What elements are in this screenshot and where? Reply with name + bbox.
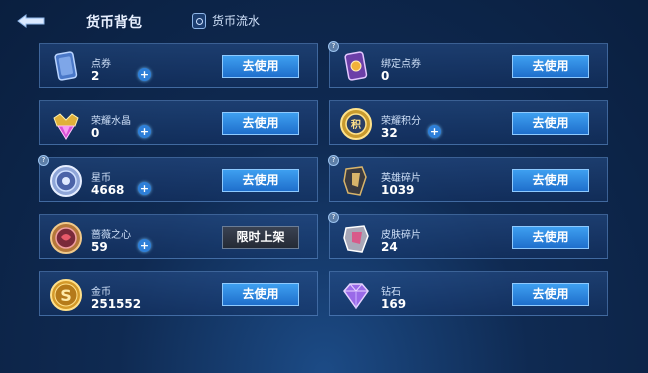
currency-amount: 32 xyxy=(381,126,398,140)
limited-listing-button[interactable]: 限时上架 xyxy=(222,226,299,249)
currency-name: 蔷薇之心 xyxy=(91,230,131,241)
currency-card-rose-heart: 蔷薇之心 59 + 限时上架 xyxy=(39,214,318,259)
svg-text:S: S xyxy=(60,286,72,305)
use-voucher-button[interactable]: 去使用 xyxy=(222,55,299,78)
currency-card-glory-points: 积 荣耀积分 32 + 去使用 xyxy=(329,100,608,145)
currency-name: 金币 xyxy=(91,287,111,298)
currency-name: 英雄碎片 xyxy=(381,173,421,184)
back-arrow-icon xyxy=(17,14,45,28)
diamond-icon xyxy=(343,283,369,310)
currency-name: 钻石 xyxy=(381,287,401,298)
hero-fragment-icon xyxy=(343,166,367,196)
use-glory-crystal-button[interactable]: 去使用 xyxy=(222,112,299,135)
currency-name: 绑定点券 xyxy=(381,59,421,70)
currency-card-bound-voucher: ? 绑定点券 0 去使用 xyxy=(328,41,608,88)
back-button[interactable] xyxy=(14,10,48,32)
use-star-coin-button[interactable]: 去使用 xyxy=(222,169,299,192)
ledger-icon xyxy=(192,12,206,29)
glory-points-icon: 积 xyxy=(340,108,372,140)
currency-amount: 59 xyxy=(91,240,108,254)
use-glory-points-button[interactable]: 去使用 xyxy=(512,112,589,135)
add-rose-heart-button[interactable]: + xyxy=(138,239,151,252)
add-voucher-button[interactable]: + xyxy=(138,68,151,81)
currency-card-diamond: 钻石 169 去使用 xyxy=(329,271,608,316)
currency-amount: 2 xyxy=(91,69,100,83)
currency-amount: 24 xyxy=(381,240,398,254)
currency-card-star-coin: ? 星币 4668 + 去使用 xyxy=(38,155,318,202)
currency-name: 星币 xyxy=(91,173,111,184)
glory-crystal-icon xyxy=(53,113,79,140)
currency-flow-label: 货币流水 xyxy=(212,14,261,28)
voucher-icon xyxy=(54,51,78,81)
currency-name: 荣耀积分 xyxy=(381,116,421,127)
currency-amount: 4668 xyxy=(91,183,125,197)
use-bound-voucher-button[interactable]: 去使用 xyxy=(512,55,589,78)
add-star-coin-button[interactable]: + xyxy=(138,182,151,195)
currency-amount: 251552 xyxy=(91,297,142,311)
use-hero-fragment-button[interactable]: 去使用 xyxy=(512,169,589,192)
use-diamond-button[interactable]: 去使用 xyxy=(512,283,589,306)
bound-voucher-icon xyxy=(344,51,368,81)
currency-amount: 169 xyxy=(381,297,407,311)
add-glory-points-button[interactable]: + xyxy=(428,125,441,138)
use-gold-coin-button[interactable]: 去使用 xyxy=(222,283,299,306)
currency-flow-link[interactable]: 货币流水 xyxy=(192,12,260,29)
rose-heart-icon xyxy=(50,222,82,254)
top-bar: 货币背包 货币流水 xyxy=(0,0,648,40)
gold-coin-icon: S xyxy=(50,279,82,311)
currency-card-gold-coin: S 金币 251552 去使用 xyxy=(39,271,318,316)
currency-amount: 1039 xyxy=(381,183,415,197)
use-skin-fragment-button[interactable]: 去使用 xyxy=(512,226,589,249)
star-coin-icon xyxy=(50,165,82,197)
page-title: 货币背包 xyxy=(86,15,142,31)
currency-name: 皮肤碎片 xyxy=(381,230,421,241)
skin-fragment-icon xyxy=(343,225,369,253)
currency-amount: 0 xyxy=(91,126,100,140)
currency-name: 荣耀水晶 xyxy=(91,116,131,127)
currency-card-hero-fragment: ? 英雄碎片 1039 去使用 xyxy=(328,155,608,202)
currency-name: 点券 xyxy=(91,59,111,70)
add-glory-crystal-button[interactable]: + xyxy=(138,125,151,138)
svg-text:积: 积 xyxy=(351,118,361,131)
currency-grid: 点券 2 + 去使用 ? 绑定点券 0 去使用 荣耀水晶 0 + 去使用 积 荣… xyxy=(38,41,609,316)
currency-card-glory-crystal: 荣耀水晶 0 + 去使用 xyxy=(39,100,318,145)
currency-card-voucher: 点券 2 + 去使用 xyxy=(39,43,318,88)
currency-card-skin-fragment: ? 皮肤碎片 24 去使用 xyxy=(328,212,608,259)
currency-amount: 0 xyxy=(381,69,390,83)
